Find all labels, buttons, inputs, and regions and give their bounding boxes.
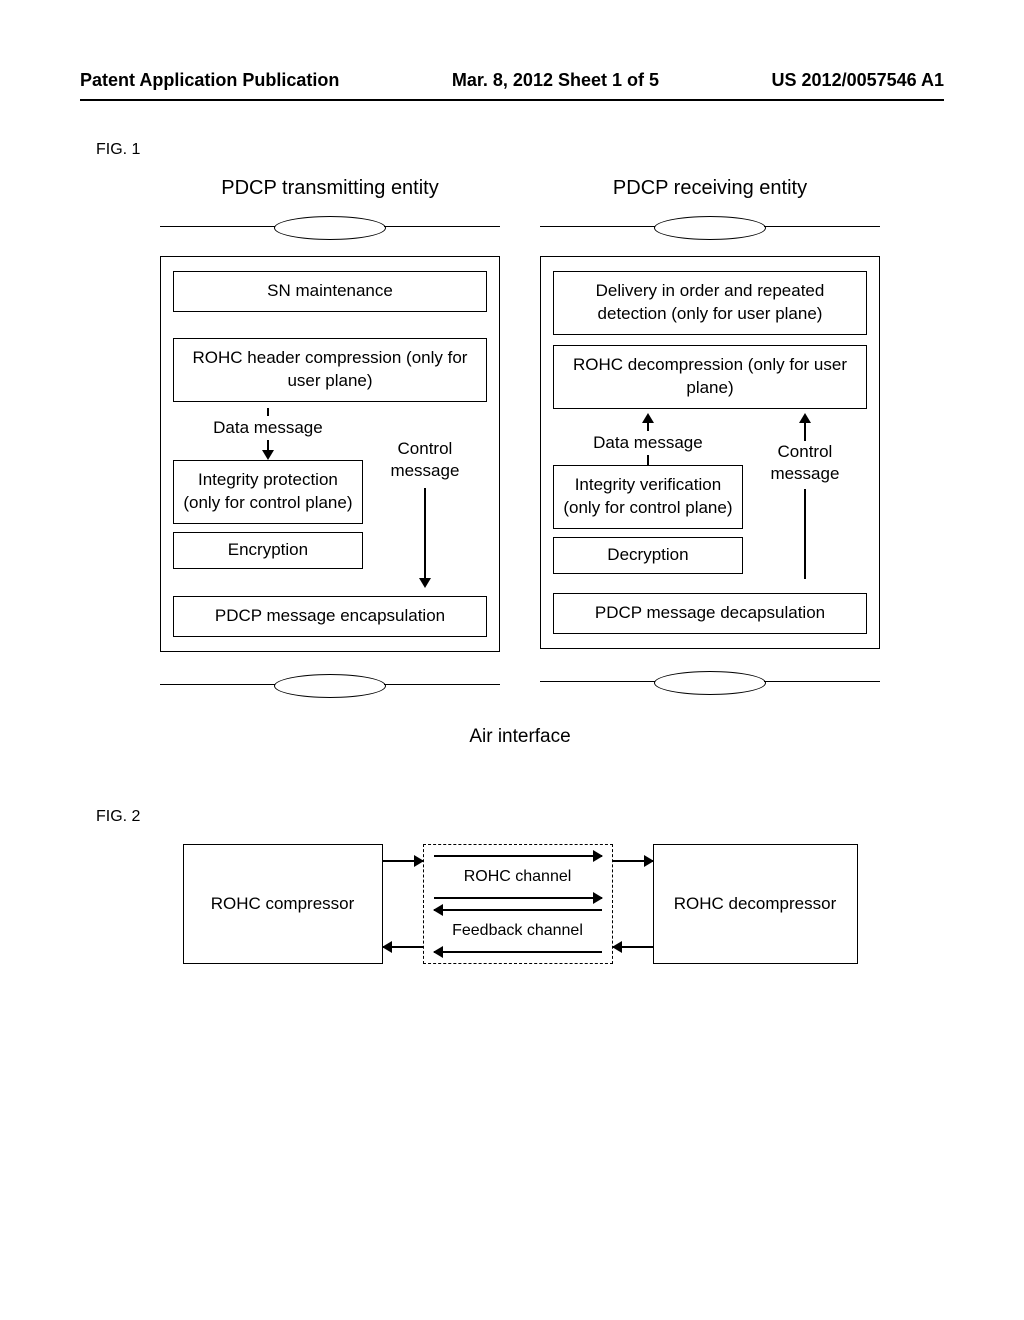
header-mid: Mar. 8, 2012 Sheet 1 of 5 bbox=[452, 70, 659, 91]
tx-encap-box: PDCP message encapsulation bbox=[173, 596, 487, 637]
arrow-right-icon bbox=[613, 860, 653, 862]
rohc-decompressor-box: ROHC decompressor bbox=[653, 844, 858, 964]
arrow-left-icon bbox=[613, 946, 653, 948]
tx-upper-interface bbox=[160, 208, 500, 246]
header-rule bbox=[80, 99, 944, 101]
header-right: US 2012/0057546 A1 bbox=[772, 70, 944, 91]
air-interface-label: Air interface bbox=[96, 726, 944, 748]
rx-upper-interface bbox=[540, 208, 880, 246]
header-left: Patent Application Publication bbox=[80, 70, 339, 91]
pdcp-tx-column: PDCP transmitting entity SN maintenance … bbox=[160, 177, 500, 714]
arrow-left-icon bbox=[434, 909, 602, 911]
rx-lower-interface bbox=[540, 663, 880, 701]
pdcp-entities: PDCP transmitting entity SN maintenance … bbox=[96, 177, 944, 714]
rx-rohc-box: ROHC decompression (only for user plane) bbox=[553, 345, 867, 409]
arrow-left-icon bbox=[434, 951, 602, 953]
tx-data-msg-label: Data message bbox=[213, 416, 323, 440]
feedback-channel-label: Feedback channel bbox=[434, 921, 602, 941]
right-arrows bbox=[613, 844, 653, 964]
channels-box: ROHC channel Feedback channel bbox=[423, 844, 613, 964]
left-arrows bbox=[383, 844, 423, 964]
rx-split-row: Data message Integrity verification (onl… bbox=[553, 409, 867, 585]
figure-2-label: FIG. 2 bbox=[96, 808, 944, 826]
arrow-down-icon bbox=[262, 440, 274, 460]
pdcp-tx-title: PDCP transmitting entity bbox=[221, 177, 439, 200]
rx-control-msg-label: Control message bbox=[743, 441, 867, 485]
tx-encrypt-box: Encryption bbox=[173, 532, 363, 569]
tx-control-msg-label: Control message bbox=[363, 438, 487, 482]
page-header: Patent Application Publication Mar. 8, 2… bbox=[80, 70, 944, 91]
tx-split-row: Data message Integrity protection (only … bbox=[173, 402, 487, 588]
arrow-right-icon bbox=[434, 855, 602, 857]
pdcp-tx-box: SN maintenance ROHC header compression (… bbox=[160, 256, 500, 652]
pdcp-rx-box: Delivery in order and repeated detection… bbox=[540, 256, 880, 649]
rx-decrypt-box: Decryption bbox=[553, 537, 743, 574]
arrow-up-icon bbox=[642, 413, 654, 431]
pdcp-rx-column: PDCP receiving entity Delivery in order … bbox=[540, 177, 880, 714]
figure-2-row: ROHC compressor ROHC channel Feedback ch… bbox=[96, 844, 944, 964]
tx-lower-interface bbox=[160, 666, 500, 704]
arrow-down-icon bbox=[419, 488, 431, 588]
rx-integrity-box: Integrity verification (only for control… bbox=[553, 465, 743, 529]
arrow-up-icon bbox=[799, 413, 811, 441]
rohc-compressor-box: ROHC compressor bbox=[183, 844, 383, 964]
tx-rohc-box: ROHC header compression (only for user p… bbox=[173, 338, 487, 402]
rx-decap-box: PDCP message decapsulation bbox=[553, 593, 867, 634]
tx-sn-box: SN maintenance bbox=[173, 271, 487, 312]
rx-data-msg-label: Data message bbox=[593, 431, 703, 455]
page: Patent Application Publication Mar. 8, 2… bbox=[0, 0, 1024, 1004]
figure-1: FIG. 1 PDCP transmitting entity SN maint… bbox=[96, 141, 944, 748]
rohc-channel-label: ROHC channel bbox=[434, 867, 602, 887]
ellipse-icon bbox=[274, 674, 386, 698]
pdcp-rx-title: PDCP receiving entity bbox=[613, 177, 807, 200]
line-icon bbox=[647, 455, 649, 465]
tx-integrity-box: Integrity protection (only for control p… bbox=[173, 460, 363, 524]
figure-2: FIG. 2 ROHC compressor ROHC channel Feed… bbox=[96, 808, 944, 964]
arrow-left-icon bbox=[383, 946, 423, 948]
arrow-right-icon bbox=[383, 860, 423, 862]
ellipse-icon bbox=[654, 671, 766, 695]
arrow-right-icon bbox=[434, 897, 602, 899]
rx-deliver-box: Delivery in order and repeated detection… bbox=[553, 271, 867, 335]
ellipse-icon bbox=[274, 216, 386, 240]
figure-1-label: FIG. 1 bbox=[96, 141, 944, 159]
arrow-down-icon bbox=[267, 408, 269, 416]
line-icon bbox=[804, 489, 806, 579]
ellipse-icon bbox=[654, 216, 766, 240]
